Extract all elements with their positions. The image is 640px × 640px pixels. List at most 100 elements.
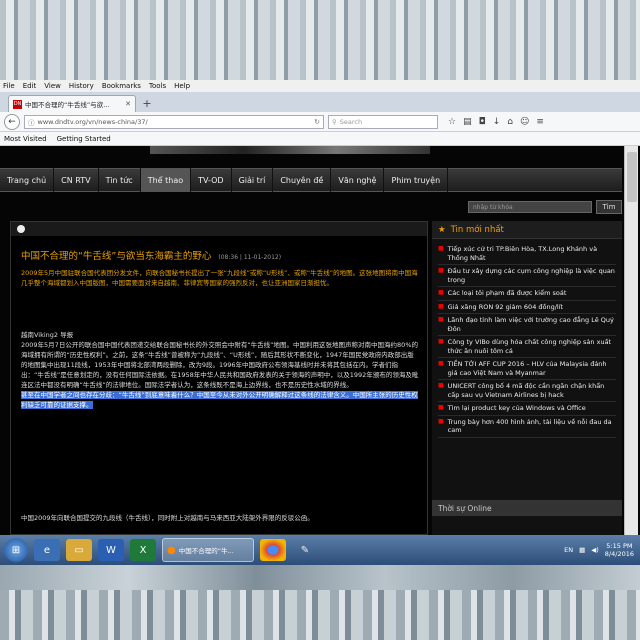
news-item-label: Tiếp xúc cử tri TP.Biên Hòa, TX.Long Khá…	[447, 245, 598, 262]
reading-list-icon[interactable]: ▤	[463, 117, 472, 127]
info-icon: ⓘ	[28, 118, 35, 127]
menu-edit[interactable]: Edit	[23, 82, 37, 90]
site-nav-item[interactable]: Giải trí	[232, 168, 274, 192]
news-item[interactable]: ■ Công ty VIBo dùng hóa chất công nghiệp …	[438, 336, 616, 358]
bookmark-getting-started[interactable]: Getting Started	[57, 135, 111, 143]
bookmarks-toolbar: Most Visited Getting Started	[0, 132, 640, 146]
menu-tools[interactable]: Tools	[149, 82, 166, 90]
search-box[interactable]: ⚲ Search	[328, 114, 438, 129]
language-indicator[interactable]: EN	[564, 546, 573, 554]
desktop-background-top	[0, 0, 640, 80]
site-nav-item[interactable]: Tin tức	[99, 168, 141, 192]
back-button[interactable]: ←	[4, 113, 20, 130]
taskbar-window-title: 中国不合理的“牛...	[178, 547, 234, 555]
firefox-icon: ●	[167, 544, 176, 556]
ie-icon[interactable]: e	[34, 539, 60, 561]
clock-time: 5:15 PM	[606, 542, 633, 550]
excel-icon[interactable]: X	[130, 539, 156, 561]
news-item[interactable]: ■ TIỀN TỚI AFF CUP 2016 – HLV của Malaysi…	[438, 358, 616, 380]
bullet-icon: ■	[438, 245, 444, 252]
hamburger-menu-icon[interactable]: ≡	[536, 117, 544, 127]
site-nav-item[interactable]: Trang chủ	[0, 168, 55, 192]
volume-icon[interactable]: ◀)	[591, 546, 599, 554]
menu-view[interactable]: View	[44, 82, 61, 90]
browser-tab[interactable]: DN 中国不合理的“牛舌线”与欲... ✕	[8, 95, 136, 112]
article-header-bar	[11, 222, 427, 236]
site-banner	[150, 146, 430, 154]
article-paragraph-2: 中国2009年向联合国提交的九段线（牛舌线），同时附上对越南与马来西亚大陆架外界…	[21, 514, 314, 522]
bullet-icon	[17, 225, 25, 233]
news-item[interactable]: ■ Các loại tôi phạm đã được kiểm soát	[438, 287, 616, 301]
selected-text: 甚至在中国学者之间也存在分歧：“牛舌线”到底意味着什么？中国至今从未对外公开明确…	[21, 391, 418, 409]
close-tab-icon[interactable]: ✕	[125, 100, 131, 108]
news-item[interactable]: ■ Trung bày hơn 400 hình ảnh, tài liệu về…	[438, 416, 616, 438]
folder-icon[interactable]: ▭	[66, 539, 92, 561]
desktop-background-bottom	[0, 590, 640, 640]
site-nav-item[interactable]: TV-OD	[191, 168, 232, 192]
site-nav-item-active[interactable]: Thể thao	[140, 168, 192, 192]
site-nav-item[interactable]: Văn nghệ	[331, 168, 385, 192]
clock[interactable]: 5:15 PM 8/4/2016	[605, 542, 634, 558]
system-tray: EN ▦ ◀) 5:15 PM 8/4/2016	[564, 542, 640, 558]
new-tab-button[interactable]: +	[140, 96, 154, 110]
menu-bookmarks[interactable]: Bookmarks	[102, 82, 141, 90]
news-item[interactable]: ■ Tìm lại product key của Windows và Offi…	[438, 402, 616, 416]
news-item-label: Giá xăng RON 92 giảm 604 đồng/lít	[447, 302, 564, 311]
chrome-icon[interactable]	[260, 539, 286, 561]
start-button[interactable]: ⊞	[4, 538, 28, 562]
bullet-icon: ■	[438, 404, 444, 411]
site-nav-item[interactable]: CN RTV	[54, 168, 99, 192]
taskbar-firefox-window[interactable]: ● 中国不合理的“牛...	[162, 538, 254, 562]
smiley-icon[interactable]: ☺	[520, 117, 529, 127]
online-news-header[interactable]: Thời sự Online	[432, 500, 622, 516]
scrollbar-thumb[interactable]	[627, 152, 637, 202]
toolbar-icons: ☆ ▤ ◘ ↓ ⌂ ☺ ≡	[448, 117, 544, 127]
download-icon[interactable]: ↓	[493, 117, 501, 127]
bookmark-most-visited[interactable]: Most Visited	[4, 135, 47, 143]
network-icon[interactable]: ▦	[579, 546, 585, 554]
article-paragraph: 2009年5月7日公开的联合国中国代表团递交给联合国秘书长的外交照会中附有“牛舌…	[21, 341, 419, 389]
star-icon[interactable]: ☆	[448, 117, 456, 127]
pocket-icon[interactable]: ◘	[479, 117, 486, 127]
menu-history[interactable]: History	[69, 82, 94, 90]
word-icon[interactable]: W	[98, 539, 124, 561]
article-title-row: 中国不合理的“牛舌线”与欲当东海霸主的野心 (08:36 | 11-01-201…	[21, 248, 281, 262]
news-item[interactable]: ■ Giá xăng RON 92 giảm 604 đồng/lít	[438, 301, 616, 314]
vertical-scrollbar[interactable]	[624, 146, 638, 535]
site-nav-item[interactable]: Chuyên đề	[273, 168, 332, 192]
site-search-button[interactable]: Tìm	[596, 200, 622, 214]
article-lead: 2009年5月中国驻联合国代表团分发文件，向联合国秘书长提出了一张“九段线”或称…	[21, 269, 418, 287]
article-body: 越南Viking2 导报 2009年5月7日公开的联合国中国代表团递交给联合国秘…	[21, 330, 419, 410]
address-bar[interactable]: ⓘ www.dndtv.org/vn/news-china/37/ ↻	[24, 114, 324, 129]
sidebar-header: ★ Tin mới nhất	[432, 221, 622, 239]
news-item-label: Đầu tư xây dựng các cụm công nghiệp là v…	[447, 267, 615, 284]
windows-taskbar: ⊞ e ▭ W X ● 中国不合理的“牛... ✎ EN ▦ ◀) 5:15 P…	[0, 535, 640, 565]
menu-help[interactable]: Help	[174, 82, 190, 90]
star-icon: ★	[438, 224, 446, 235]
news-item[interactable]: ■ Đầu tư xây dựng các cụm công nghiệp là …	[438, 265, 616, 287]
menu-bar: File Edit View History Bookmarks Tools H…	[0, 80, 640, 92]
site-search-input[interactable]: nhập từ khóa	[468, 201, 592, 213]
news-item[interactable]: ■ Tiếp xúc cử tri TP.Biên Hòa, TX.Long Kh…	[438, 243, 616, 265]
bullet-icon: ■	[438, 302, 444, 310]
bullet-icon: ■	[438, 360, 444, 367]
clock-date: 8/4/2016	[604, 550, 634, 558]
reload-icon[interactable]: ↻	[314, 118, 320, 126]
tab-bar: DN 中国不合理的“牛舌线”与欲... ✕ +	[0, 92, 640, 112]
url-text: www.dndtv.org/vn/news-china/37/	[37, 117, 148, 126]
site-nav-item[interactable]: Phim truyện	[384, 168, 449, 192]
paint-icon[interactable]: ✎	[292, 539, 318, 561]
tab-title: 中国不合理的“牛舌线”与欲...	[25, 101, 110, 109]
bullet-icon: ■	[438, 289, 444, 296]
bullet-icon: ■	[438, 267, 444, 274]
sidebar-title: Tin mới nhất	[450, 224, 504, 235]
news-list: ■ Tiếp xúc cử tri TP.Biên Hòa, TX.Long Kh…	[432, 239, 622, 438]
news-item[interactable]: ■ Lãnh đạo tỉnh làm việc với trường cao đ…	[438, 314, 616, 336]
home-icon[interactable]: ⌂	[507, 117, 513, 127]
bullet-icon: ■	[438, 316, 444, 323]
news-item[interactable]: ■ UNICERT công bố 4 mã độc cần ngăn chặn …	[438, 380, 616, 402]
bullet-icon: ■	[438, 338, 444, 345]
browser-window: File Edit View History Bookmarks Tools H…	[0, 80, 640, 535]
menu-file[interactable]: File	[3, 82, 15, 90]
navigation-toolbar: ← ⓘ www.dndtv.org/vn/news-china/37/ ↻ ⚲ …	[0, 112, 640, 132]
